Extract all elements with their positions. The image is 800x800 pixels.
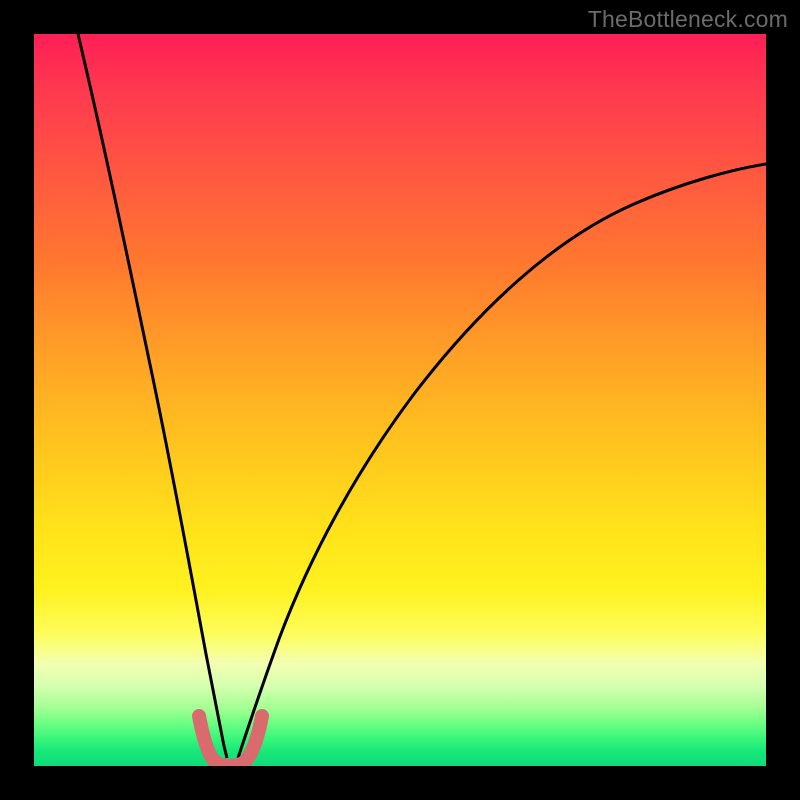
curve-right-branch xyxy=(238,164,766,758)
plot-area xyxy=(34,34,766,766)
watermark-text: TheBottleneck.com xyxy=(588,6,788,33)
chart-frame: TheBottleneck.com xyxy=(0,0,800,800)
curve-left-branch xyxy=(78,34,227,758)
curve-layer xyxy=(34,34,766,766)
optimal-zone-marker xyxy=(199,716,262,766)
